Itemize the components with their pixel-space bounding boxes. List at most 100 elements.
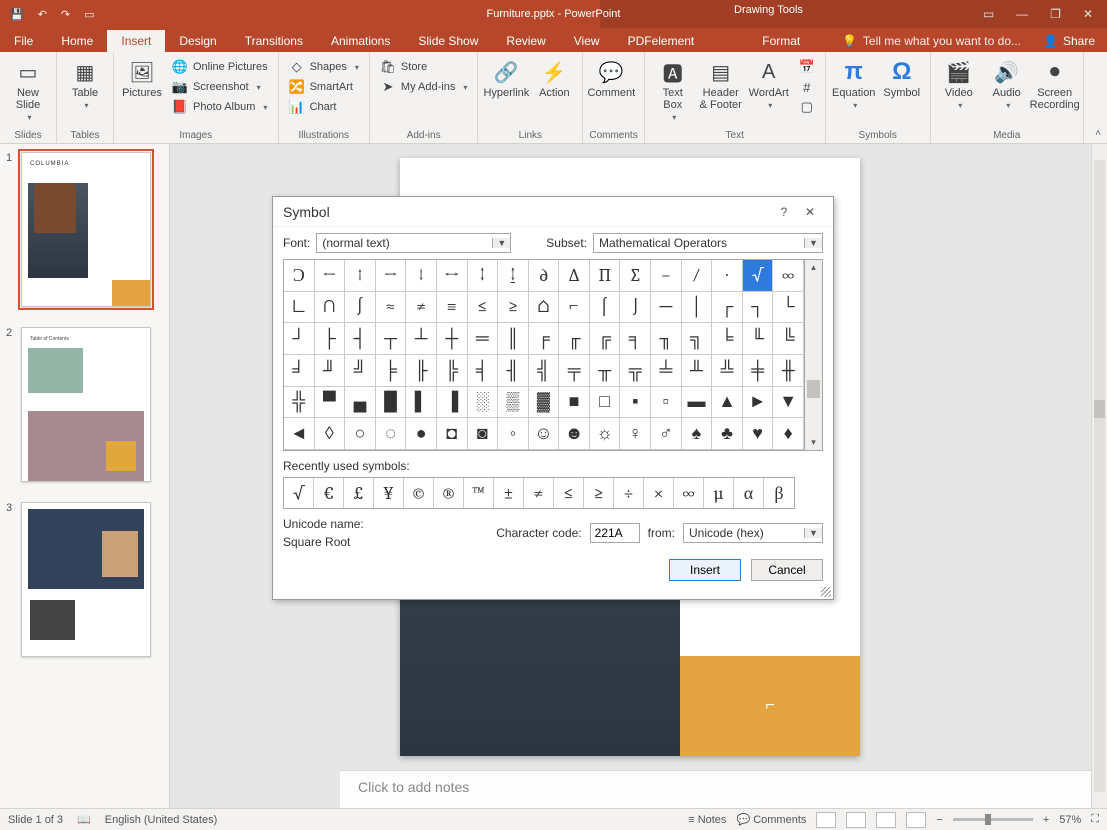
recent-symbol-cell[interactable]: ±	[494, 478, 524, 508]
symbol-cell[interactable]: ╪	[743, 355, 774, 387]
recent-symbol-cell[interactable]: µ	[704, 478, 734, 508]
symbol-cell[interactable]: ░	[468, 387, 499, 419]
ribbon-display-options-icon[interactable]: ▭	[983, 7, 994, 21]
chart-button[interactable]: 📊Chart	[285, 98, 363, 116]
tab-pdfelement[interactable]: PDFelement	[614, 30, 709, 52]
symbol-cell[interactable]: ◦	[498, 418, 529, 450]
equation-button[interactable]: πEquation	[832, 55, 876, 110]
smartart-button[interactable]: 🔀SmartArt	[285, 78, 363, 96]
from-combo[interactable]: Unicode (hex)▼	[683, 523, 823, 543]
recent-symbol-cell[interactable]: ¥	[374, 478, 404, 508]
symbol-cell[interactable]: ■	[559, 387, 590, 419]
object-button[interactable]: ▢	[795, 98, 819, 116]
symbol-cell[interactable]: ►	[743, 387, 774, 419]
symbol-cell[interactable]: ▀	[315, 387, 346, 419]
recent-symbol-cell[interactable]: ™	[464, 478, 494, 508]
symbol-cell[interactable]: ≈	[376, 292, 407, 324]
symbol-cell[interactable]: ☼	[590, 418, 621, 450]
symbol-cell[interactable]: ╜	[315, 355, 346, 387]
symbol-cell[interactable]: ∟	[284, 292, 315, 324]
symbol-cell[interactable]: ╦	[620, 355, 651, 387]
slide-thumbnail-3[interactable]	[21, 502, 151, 657]
save-icon[interactable]: 💾	[10, 8, 24, 21]
shapes-button[interactable]: ◇Shapes	[285, 58, 363, 76]
symbol-cell[interactable]: Ɔ	[284, 260, 315, 292]
symbol-cell[interactable]: →	[376, 260, 407, 292]
tab-transitions[interactable]: Transitions	[231, 30, 317, 52]
recent-symbol-cell[interactable]: ≤	[554, 478, 584, 508]
symbol-cell[interactable]: ∙	[712, 260, 743, 292]
symbol-cell[interactable]: ╬	[284, 387, 315, 419]
symbol-cell[interactable]: ∏	[590, 260, 621, 292]
symbol-cell[interactable]: ▬	[682, 387, 713, 419]
recent-symbol-cell[interactable]: ×	[644, 478, 674, 508]
pictures-button[interactable]: 🖼Pictures	[120, 55, 164, 99]
recent-symbol-cell[interactable]: ≠	[524, 478, 554, 508]
symbol-cell[interactable]: ╘	[712, 323, 743, 355]
symbol-cell[interactable]: ↨	[498, 260, 529, 292]
spellcheck-icon[interactable]: 📖	[77, 813, 91, 826]
symbol-cell[interactable]: □	[590, 387, 621, 419]
symbol-cell[interactable]: ⌐	[559, 292, 590, 324]
recent-symbol-cell[interactable]: €	[314, 478, 344, 508]
tab-format[interactable]: Format	[748, 30, 814, 52]
scroll-up-icon[interactable]: ▴	[811, 262, 816, 273]
symbol-cell[interactable]: ♥	[743, 418, 774, 450]
tab-insert[interactable]: Insert	[107, 30, 165, 52]
symbol-cell[interactable]: ╠	[437, 355, 468, 387]
language-status[interactable]: English (United States)	[105, 814, 218, 826]
scroll-down-icon[interactable]: ▾	[811, 437, 816, 448]
symbol-grid[interactable]: Ɔ←↑→↓↔↕↨∂∆∏∑−∕∙√∞∟∩∫≈≠≡≤≥⌂⌐⌠⌡─│┌┐└┘├┤┬┴┼…	[284, 260, 804, 450]
charcode-input[interactable]	[590, 523, 640, 543]
recent-symbol-cell[interactable]: ®	[434, 478, 464, 508]
symbol-cell[interactable]: ├	[315, 323, 346, 355]
symbol-cell[interactable]: ∞	[773, 260, 804, 292]
screen-recording-button[interactable]: ⏺Screen Recording	[1033, 55, 1077, 111]
tab-animations[interactable]: Animations	[317, 30, 404, 52]
symbol-cell[interactable]: ▓	[529, 387, 560, 419]
symbol-cell[interactable]: ≠	[406, 292, 437, 324]
symbol-cell[interactable]: ↕	[468, 260, 499, 292]
my-addins-button[interactable]: ➤My Add-ins	[376, 78, 471, 96]
symbol-cell[interactable]: ♣	[712, 418, 743, 450]
recent-symbol-cell[interactable]: ≥	[584, 478, 614, 508]
symbol-cell[interactable]: ∩	[315, 292, 346, 324]
symbol-cell[interactable]: ⌂	[529, 292, 560, 324]
restore-icon[interactable]: ❐	[1050, 7, 1061, 21]
slideshow-view-button[interactable]	[906, 812, 926, 828]
redo-icon[interactable]: ↷	[61, 8, 70, 21]
symbol-cell[interactable]: ▲	[712, 387, 743, 419]
table-button[interactable]: ▦Table	[63, 55, 107, 110]
symbol-cell[interactable]: ▼	[773, 387, 804, 419]
action-button[interactable]: ⚡Action	[532, 55, 576, 99]
symbol-cell[interactable]: ╓	[559, 323, 590, 355]
symbol-cell[interactable]: ⌠	[590, 292, 621, 324]
symbol-cell[interactable]: │	[682, 292, 713, 324]
recent-symbols-grid[interactable]: √€£¥©®™±≠≤≥÷×∞µαβ	[283, 477, 795, 509]
symbol-cell[interactable]: ▫	[651, 387, 682, 419]
symbol-cell[interactable]: ∫	[345, 292, 376, 324]
comments-toggle[interactable]: 💬 Comments	[736, 813, 806, 826]
header-footer-button[interactable]: ▤Header & Footer	[699, 55, 743, 111]
notes-toggle[interactable]: ≡ Notes	[688, 814, 726, 826]
slide-thumbnails-panel[interactable]: 1 COLUMBIA 2 Table of Contents 3	[0, 144, 170, 808]
symbol-cell[interactable]: ◊	[315, 418, 346, 450]
symbol-cell[interactable]: █	[376, 387, 407, 419]
symbol-cell[interactable]: ╒	[529, 323, 560, 355]
symbol-cell[interactable]: ≥	[498, 292, 529, 324]
symbol-cell[interactable]: ♦	[773, 418, 804, 450]
symbol-cell[interactable]: ●	[406, 418, 437, 450]
symbol-cell[interactable]: ═	[468, 323, 499, 355]
video-button[interactable]: 🎬Video	[937, 55, 981, 110]
symbol-cell[interactable]: ↔	[437, 260, 468, 292]
symbol-cell[interactable]: ◄	[284, 418, 315, 450]
new-slide-button[interactable]: ▭New Slide	[6, 55, 50, 122]
symbol-cell[interactable]: ⌡	[620, 292, 651, 324]
screenshot-button[interactable]: 📷Screenshot	[168, 78, 272, 96]
symbol-cell[interactable]: ╫	[773, 355, 804, 387]
symbol-cell[interactable]: ▌	[406, 387, 437, 419]
tab-slideshow[interactable]: Slide Show	[404, 30, 492, 52]
zoom-out-icon[interactable]: −	[936, 814, 942, 826]
tab-view[interactable]: View	[560, 30, 614, 52]
online-pictures-button[interactable]: 🌐Online Pictures	[168, 58, 272, 76]
